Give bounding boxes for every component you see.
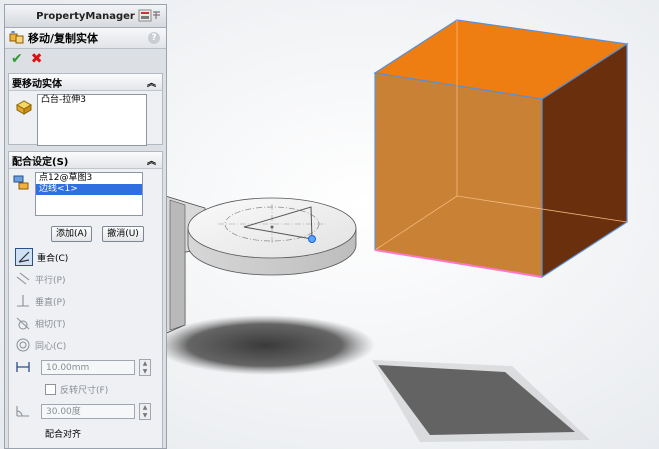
mate-concentric[interactable]: 同心(C) (9, 334, 162, 356)
collapse-chevron-icon[interactable]: ︽ (147, 76, 156, 89)
collapse-chevron-icon[interactable]: ︽ (147, 154, 156, 167)
parallel-icon (15, 271, 31, 287)
selected-point-12[interactable] (308, 235, 316, 243)
move-copy-body-icon (9, 31, 24, 44)
bodies-group-header[interactable]: 要移动实体 ︽ (9, 74, 162, 91)
flip-dimension-row[interactable]: 反转尺寸(F) (9, 378, 162, 400)
mate-tangent[interactable]: 相切(T) (9, 312, 162, 334)
mate-group-header[interactable]: 配合设定(S) ︽ (9, 152, 162, 169)
bodies-list[interactable]: 凸台-拉伸3 (37, 94, 147, 146)
distance-spinner[interactable]: ▲ ▼ (139, 358, 151, 376)
mate-coincident[interactable]: 重合(C) (9, 246, 162, 268)
distance-icon (15, 359, 31, 375)
distance-row: 10.00mm ▲ ▼ (9, 356, 162, 378)
cube-front-face (374, 72, 543, 278)
property-manager-title-bar: PropertyManager (5, 5, 166, 28)
mate-alignment-label: 配合对齐 (45, 429, 82, 440)
help-icon[interactable]: ? (148, 32, 160, 44)
part-shadow (155, 315, 375, 375)
feature-title: 移动/复制实体 (28, 32, 99, 45)
list-item-selected[interactable]: 边线<1> (36, 184, 142, 195)
angle-icon (15, 403, 31, 419)
tangent-icon (15, 315, 31, 331)
mate-parallel[interactable]: 平行(P) (9, 268, 162, 290)
mate-entities-icon (13, 175, 29, 190)
property-manager-title: PropertyManager (36, 10, 135, 22)
feature-header: 移动/复制实体 ? (5, 28, 166, 49)
disk-body[interactable] (187, 197, 357, 276)
list-item[interactable]: 凸台-拉伸3 (38, 95, 146, 106)
add-button[interactable]: 添加(A) (51, 226, 93, 242)
mate-settings-group: 配合设定(S) ︽ 点12@草图3 边线<1> 添加(A) 撤消(U) 重合(C… (8, 151, 163, 448)
angle-field[interactable]: 30.00度 (41, 403, 135, 419)
solid-body-icon (15, 100, 33, 115)
undo-button[interactable]: 撤消(U) (102, 226, 144, 242)
list-item[interactable]: 点12@草图3 (36, 173, 142, 184)
ok-checkmark-icon[interactable]: ✔ (11, 51, 23, 67)
mate-selections-list[interactable]: 点12@草图3 边线<1> (35, 172, 143, 216)
flip-dimension-checkbox[interactable] (45, 383, 56, 395)
ok-cancel-row: ✔ ✖ (5, 49, 166, 69)
coincident-icon (15, 248, 33, 266)
mate-perpendicular[interactable]: 垂直(P) (9, 290, 162, 312)
concentric-icon (15, 337, 31, 353)
cube-body[interactable] (373, 19, 629, 279)
distance-field[interactable]: 10.00mm (41, 359, 135, 375)
angle-spinner[interactable]: ▲ ▼ (139, 402, 151, 420)
perpendicular-icon (15, 293, 31, 309)
angle-row: 30.00度 ▲ ▼ (9, 400, 162, 422)
cancel-x-icon[interactable]: ✖ (31, 51, 43, 67)
bodies-to-move-group: 要移动实体 ︽ 凸台-拉伸3 (8, 73, 163, 146)
property-manager-panel: PropertyManager 移动/复制实体 ? ✔ ✖ 要移动实体 ︽ 凸台… (4, 4, 167, 449)
panel-pin-icon[interactable] (138, 9, 162, 22)
